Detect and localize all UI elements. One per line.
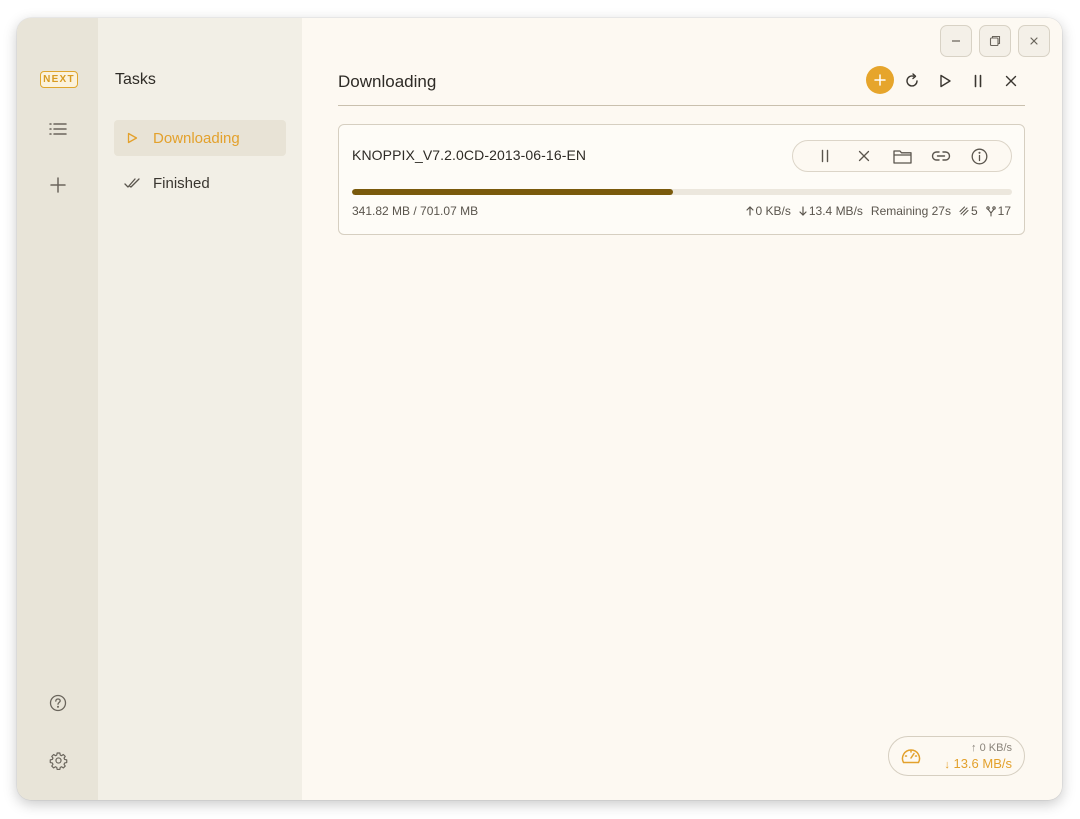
download-speed-value: 13.4 MB/s — [808, 204, 863, 218]
remaining-time: Remaining 27s — [870, 204, 951, 218]
plus-icon — [50, 177, 66, 193]
refresh-icon — [906, 73, 918, 87]
upload-speed-value: 0 KB/s — [755, 204, 791, 218]
minimize-button[interactable] — [940, 25, 972, 57]
resume-all-button[interactable] — [932, 68, 958, 94]
plus-icon — [874, 74, 886, 86]
connections-value: 5 — [970, 204, 978, 218]
gear-icon — [49, 751, 67, 770]
maximize-button[interactable] — [979, 25, 1011, 57]
task-delete-button[interactable] — [849, 141, 879, 171]
speedometer-icon — [901, 749, 921, 764]
list-icon — [49, 123, 67, 135]
add-task-button[interactable] — [44, 173, 72, 197]
app-window: NEXT Tasks Downloading Finished Download… — [17, 18, 1062, 800]
arrow-down-icon: ↓ — [944, 759, 950, 771]
page-title: Downloading — [338, 72, 437, 91]
close-icon — [1030, 37, 1038, 45]
global-upload-value: 0 KB/s — [979, 742, 1012, 754]
upload-speed-stat: 0 KB/s — [745, 204, 791, 218]
task-action-bar — [792, 140, 1012, 172]
task-pause-button[interactable] — [810, 141, 840, 171]
double-check-icon — [124, 178, 140, 188]
pause-all-button[interactable] — [965, 68, 991, 94]
connections-stat: 5 — [959, 204, 978, 218]
sidebar-title: Tasks — [115, 71, 156, 88]
task-name: KNOPPIX_V7.2.0CD-2013-06-16-EN — [352, 147, 587, 163]
task-list-button[interactable] — [44, 117, 72, 141]
close-icon — [1005, 75, 1017, 87]
download-speed-stat: 13.4 MB/s — [799, 204, 863, 218]
arrow-up-icon: ↑ — [971, 742, 977, 754]
main-panel: Downloading KNOPPIX_V7.2.0CD-2013-06-16-… — [302, 18, 1062, 800]
icon-rail: NEXT — [17, 18, 98, 800]
task-item[interactable]: KNOPPIX_V7.2.0CD-2013-06-16-EN 341.82 MB… — [338, 124, 1025, 235]
help-button[interactable] — [44, 691, 72, 715]
folder-icon — [892, 149, 912, 164]
play-icon — [940, 74, 951, 88]
play-outline-icon — [127, 132, 138, 144]
refresh-button[interactable] — [899, 68, 925, 94]
global-upload-speed: ↑ 0 KB/s — [971, 742, 1012, 754]
peers-value: 17 — [997, 204, 1011, 218]
sidebar-item-label: Downloading — [153, 129, 240, 147]
new-task-button[interactable] — [866, 66, 894, 94]
sidebar-item-label: Finished — [153, 174, 210, 192]
task-info-button[interactable] — [964, 141, 994, 171]
next-logo-badge: NEXT — [40, 71, 78, 88]
sidebar-item-finished[interactable]: Finished — [114, 165, 286, 201]
pause-icon — [821, 149, 829, 163]
global-download-speed: ↓ 13.6 MB/s — [944, 756, 1012, 771]
peers-icon — [985, 205, 996, 217]
info-icon — [971, 148, 987, 164]
task-stats: 0 KB/s 13.4 MB/s Remaining 27s 5 17 — [745, 204, 1011, 218]
arrow-down-icon — [799, 206, 807, 216]
delete-all-button[interactable] — [998, 68, 1024, 94]
task-progress-bar — [352, 189, 1012, 195]
speedometer-widget[interactable]: ↑ 0 KB/s ↓ 13.6 MB/s — [888, 736, 1025, 776]
task-copy-link-button[interactable] — [926, 141, 956, 171]
close-icon — [858, 150, 870, 162]
task-size-text: 341.82 MB / 701.07 MB — [352, 204, 479, 218]
arrow-up-icon — [745, 206, 754, 216]
task-open-folder-button[interactable] — [887, 141, 917, 171]
pause-icon — [974, 74, 982, 88]
close-window-button[interactable] — [1018, 25, 1050, 57]
peers-stat: 17 — [985, 204, 1011, 218]
link-icon — [931, 151, 951, 161]
global-download-value: 13.6 MB/s — [953, 756, 1012, 771]
help-icon — [49, 694, 67, 712]
connections-icon — [959, 206, 969, 216]
task-progress-fill — [352, 189, 674, 195]
tasks-sidebar: Tasks Downloading Finished — [98, 18, 302, 800]
settings-button[interactable] — [44, 748, 72, 772]
minimize-icon — [952, 40, 960, 42]
sidebar-item-downloading[interactable]: Downloading — [114, 120, 286, 156]
title-divider — [338, 105, 1025, 106]
restore-icon — [989, 35, 1001, 47]
